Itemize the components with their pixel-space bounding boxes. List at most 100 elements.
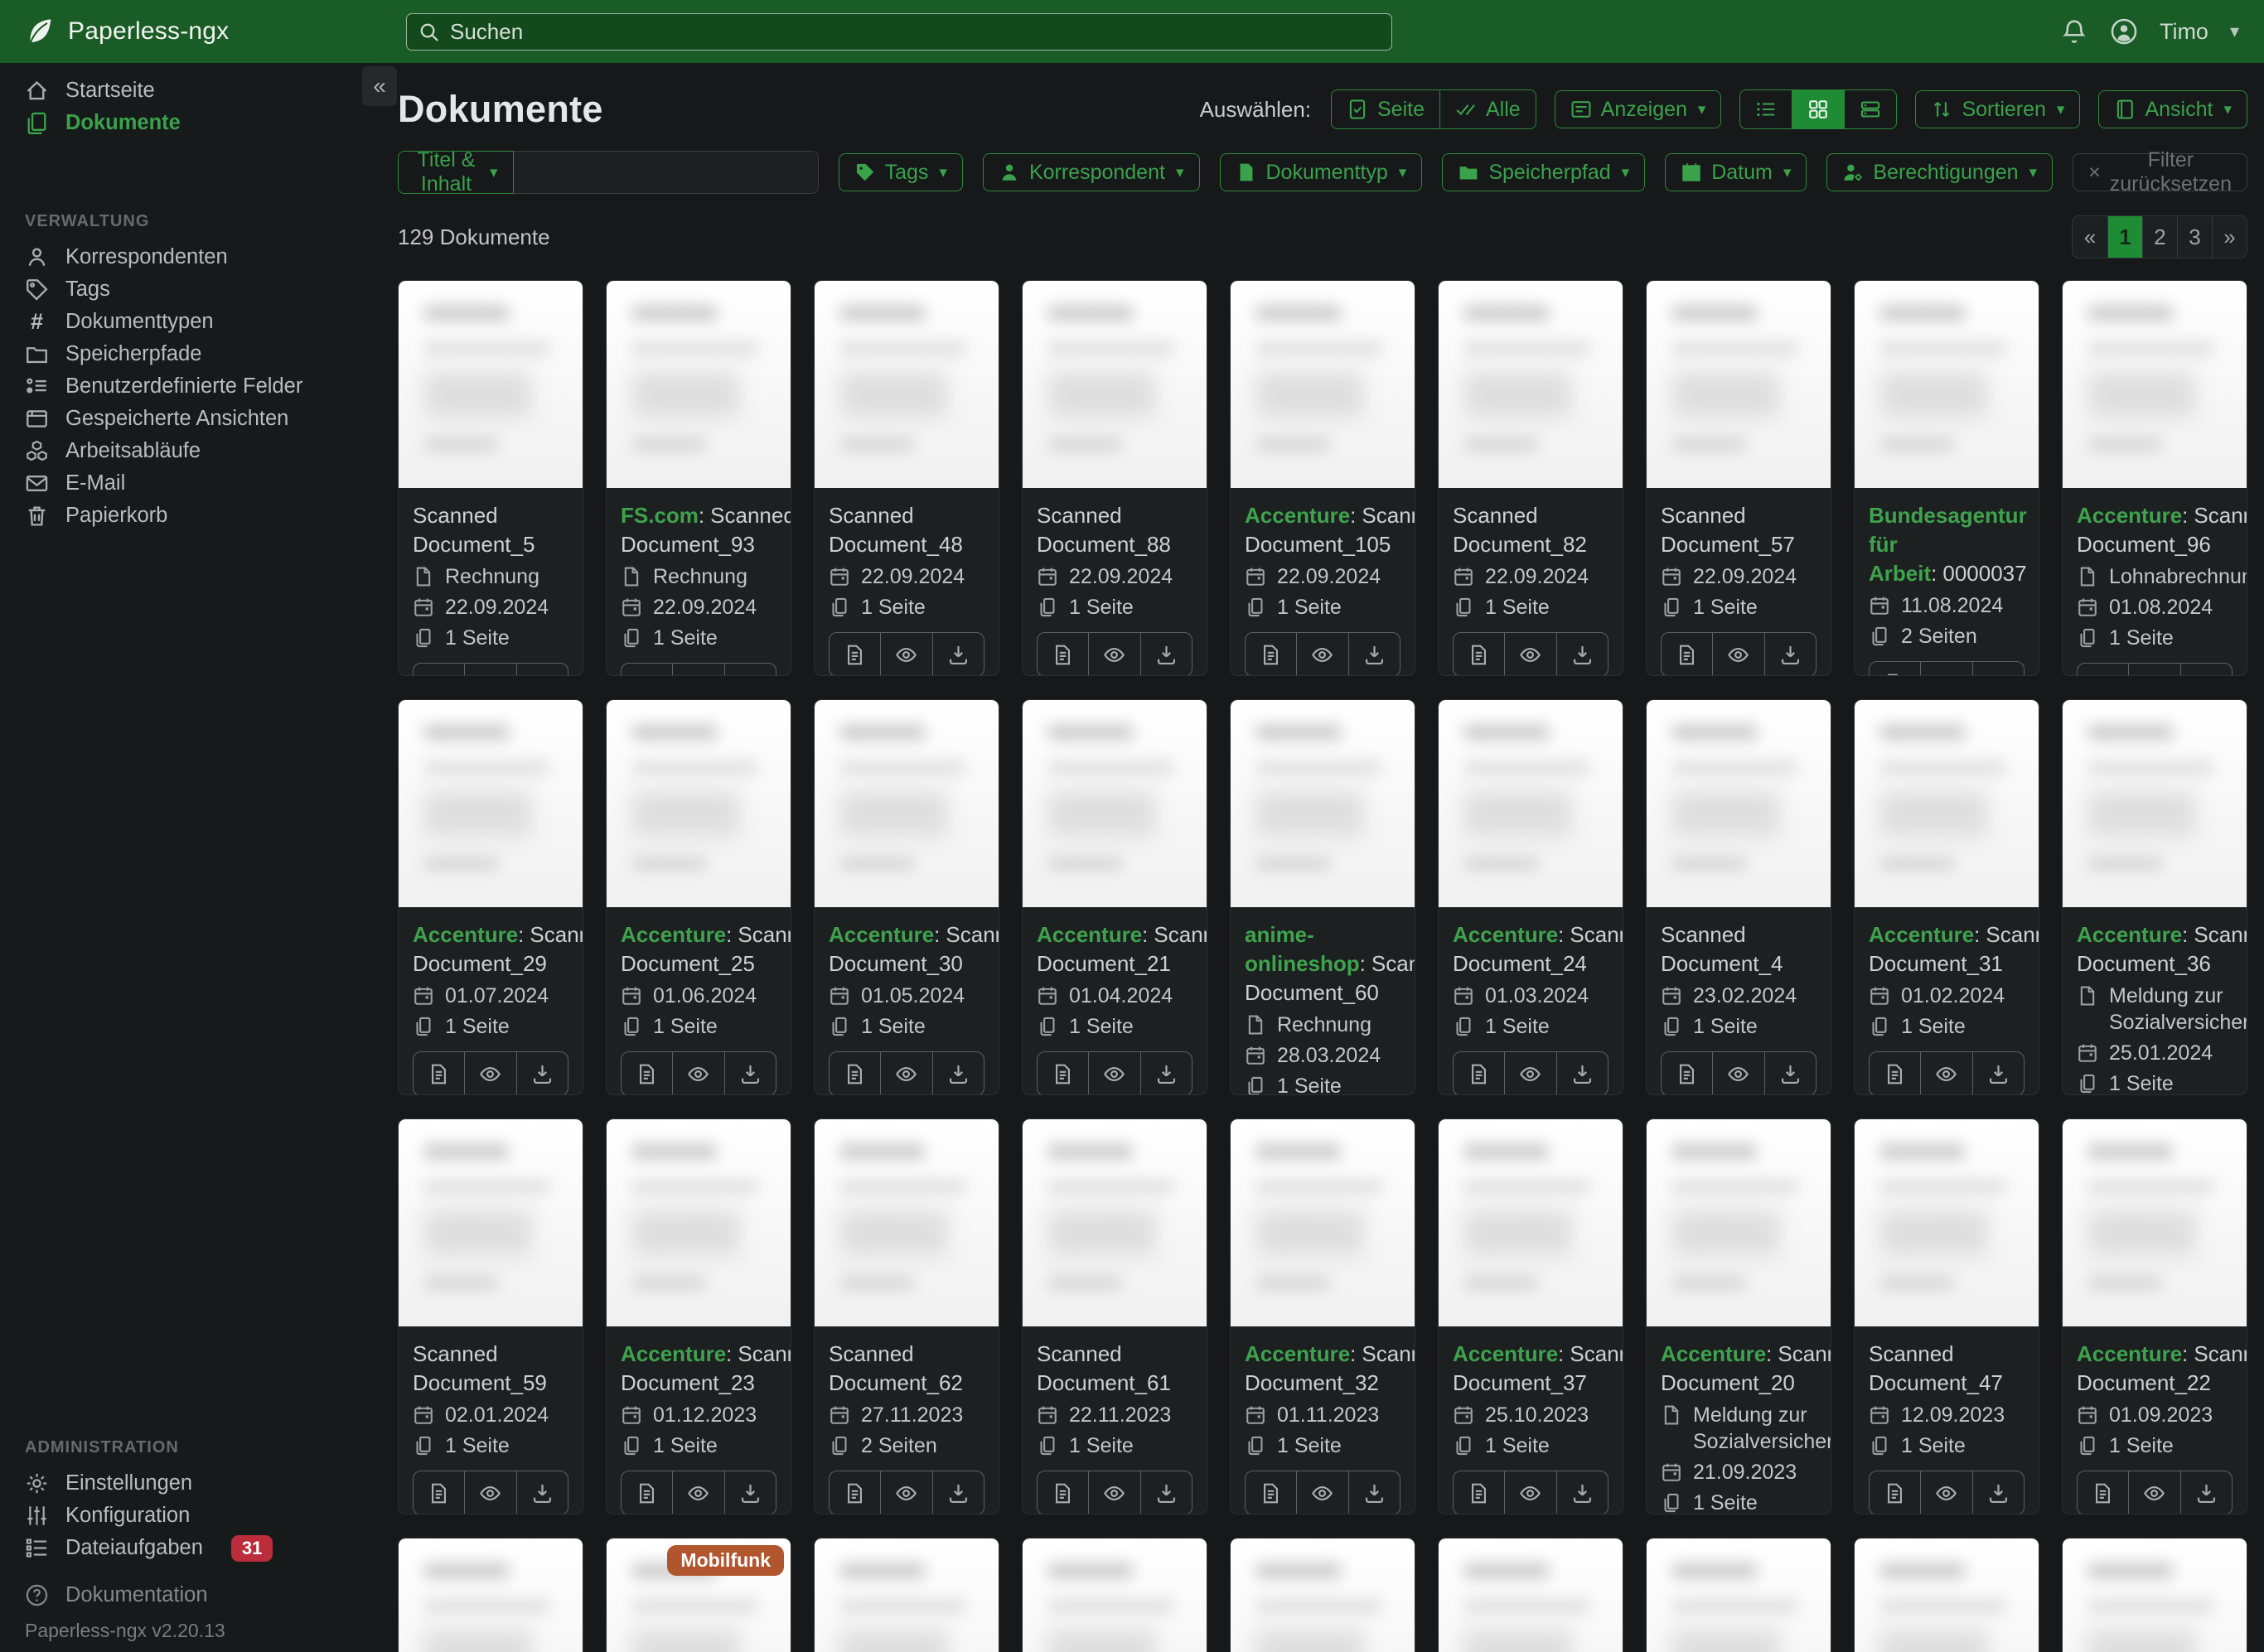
download-button[interactable] <box>723 1052 776 1094</box>
reset-filters-button[interactable]: × Filter zurücksetzen <box>2073 148 2247 196</box>
view-detail-button[interactable] <box>1844 90 1896 128</box>
document-title[interactable]: Accenture:Scanned Document_31 <box>1869 920 2039 978</box>
preview-button[interactable] <box>1504 1471 1555 1514</box>
document-preview[interactable] <box>1023 700 1207 907</box>
document-title[interactable]: Accenture:Scanned Document_20 <box>1661 1340 1831 1398</box>
document-card[interactable]: Scanned Document_48 22.09.2024 1 Seite <box>814 280 999 676</box>
document-preview[interactable] <box>815 1538 999 1652</box>
preview-button[interactable] <box>1296 633 1347 675</box>
download-button[interactable] <box>1555 1052 1608 1094</box>
open-details-button[interactable] <box>1870 1471 1920 1514</box>
correspondent-link[interactable]: Accenture <box>1453 1341 1558 1366</box>
document-preview[interactable] <box>1439 1538 1623 1652</box>
open-details-button[interactable] <box>1870 1052 1920 1094</box>
document-card[interactable] <box>1022 1538 1207 1652</box>
document-preview[interactable] <box>2063 700 2247 907</box>
document-card[interactable]: Scanned Document_57 22.09.2024 1 Seite <box>1646 280 1831 676</box>
document-title[interactable]: Accenture:Scanned Document_36 <box>2077 920 2247 978</box>
preview-button[interactable] <box>1712 633 1763 675</box>
correspondent-link[interactable]: FS.com <box>621 503 699 528</box>
preview-button[interactable] <box>1296 1471 1347 1514</box>
preview-button[interactable] <box>464 1471 515 1514</box>
download-button[interactable] <box>1347 1471 1400 1514</box>
download-button[interactable] <box>723 664 776 675</box>
document-preview[interactable] <box>1023 1538 1207 1652</box>
document-card[interactable] <box>2062 1538 2247 1652</box>
download-button[interactable] <box>1763 633 1816 675</box>
sidebar-collapse-button[interactable]: « <box>362 66 397 106</box>
select-all-button[interactable]: Alle <box>1439 90 1536 128</box>
document-card[interactable]: Accenture:Scanned Document_23 01.12.2023… <box>606 1118 791 1514</box>
correspondent-link[interactable]: Accenture <box>621 922 726 947</box>
correspondent-link[interactable]: Accenture <box>1245 503 1350 528</box>
preview-button[interactable] <box>1712 1052 1763 1094</box>
document-preview[interactable] <box>1231 700 1415 907</box>
correspondent-link[interactable]: anime-onlineshop <box>1245 922 1360 976</box>
brand[interactable]: Paperless-ngx <box>25 17 229 46</box>
document-preview[interactable] <box>1439 281 1623 488</box>
download-button[interactable] <box>931 633 984 675</box>
download-button[interactable] <box>723 1471 776 1514</box>
open-details-button[interactable] <box>622 664 672 675</box>
open-details-button[interactable] <box>1662 633 1712 675</box>
document-card[interactable]: Scanned Document_61 22.11.2023 1 Seite <box>1022 1118 1207 1514</box>
preview-button[interactable] <box>672 1052 723 1094</box>
document-card[interactable] <box>1854 1538 2039 1652</box>
document-title[interactable]: Accenture:Scanned Document_30 <box>829 920 999 978</box>
correspondent-link[interactable]: Accenture <box>1869 922 1974 947</box>
correspondent-link[interactable]: Accenture <box>2077 922 2182 947</box>
sidebar-item-dokumenttypen[interactable]: # Dokumenttypen <box>0 306 377 338</box>
download-button[interactable] <box>515 1471 568 1514</box>
document-title[interactable]: Accenture:Scanned Document_23 <box>621 1340 791 1398</box>
correspondent-link[interactable]: Accenture <box>1453 922 1558 947</box>
title-content-filter-input[interactable] <box>513 151 819 194</box>
document-title[interactable]: Scanned Document_59 <box>413 1340 568 1398</box>
open-details-button[interactable] <box>1246 1471 1296 1514</box>
document-title[interactable]: Accenture:Scanned Document_32 <box>1245 1340 1415 1398</box>
document-card[interactable]: Accenture:Scanned Document_105 22.09.202… <box>1230 280 1415 676</box>
document-preview[interactable] <box>2063 281 2247 488</box>
sidebar-item-konfiguration[interactable]: Konfiguration <box>0 1500 377 1532</box>
sidebar-item-einstellungen[interactable]: Einstellungen <box>0 1467 377 1500</box>
preview-button[interactable] <box>672 1471 723 1514</box>
open-details-button[interactable] <box>830 1052 880 1094</box>
sidebar-item-benutzerdefinierte-felder[interactable]: Benutzerdefinierte Felder <box>0 370 377 403</box>
filter-correspondent-button[interactable]: Korrespondent ▾ <box>982 153 1200 191</box>
document-card[interactable]: Scanned Document_4 23.02.2024 1 Seite <box>1646 699 1831 1095</box>
filter-field-selector-button[interactable]: Titel & Inhalt ▾ <box>398 148 514 196</box>
view-grid-button[interactable] <box>1792 90 1845 128</box>
open-details-button[interactable] <box>622 1471 672 1514</box>
preview-button[interactable] <box>1088 1471 1139 1514</box>
document-preview[interactable] <box>1855 281 2039 488</box>
document-title[interactable]: Scanned Document_82 <box>1453 501 1609 559</box>
document-title[interactable]: Accenture:Scanned Document_29 <box>413 920 583 978</box>
download-button[interactable] <box>931 1471 984 1514</box>
document-title[interactable]: Accenture:Scanned Document_21 <box>1037 920 1207 978</box>
preview-button[interactable] <box>880 1471 931 1514</box>
open-details-button[interactable] <box>1870 662 1920 675</box>
pagination-prev-button[interactable]: « <box>2073 216 2107 258</box>
document-card[interactable] <box>1646 1538 1831 1652</box>
preview-button[interactable] <box>2128 1471 2179 1514</box>
download-button[interactable] <box>931 1052 984 1094</box>
sidebar-item-korrespondenten[interactable]: Korrespondenten <box>0 241 377 273</box>
open-details-button[interactable] <box>414 664 464 675</box>
preview-button[interactable] <box>672 664 723 675</box>
correspondent-link[interactable]: Accenture <box>1245 1341 1350 1366</box>
preview-button[interactable] <box>880 1052 931 1094</box>
document-preview[interactable] <box>1023 281 1207 488</box>
download-button[interactable] <box>1971 662 2024 675</box>
open-details-button[interactable] <box>1246 633 1296 675</box>
document-title[interactable]: Scanned Document_61 <box>1037 1340 1192 1398</box>
document-title[interactable]: FS.com: Scanned Document_93 <box>621 501 791 559</box>
filter-doctype-button[interactable]: Dokumenttyp ▾ <box>1219 153 1423 191</box>
open-details-button[interactable] <box>1038 1052 1088 1094</box>
correspondent-link[interactable]: Accenture <box>829 922 934 947</box>
sidebar-item-speicherpfade[interactable]: Speicherpfade <box>0 338 377 370</box>
document-card[interactable]: Mobilfunk <box>606 1538 791 1652</box>
preview-button[interactable] <box>1088 633 1139 675</box>
document-preview[interactable] <box>815 281 999 488</box>
document-preview[interactable] <box>399 700 583 907</box>
open-details-button[interactable] <box>830 633 880 675</box>
download-button[interactable] <box>2179 1471 2232 1514</box>
